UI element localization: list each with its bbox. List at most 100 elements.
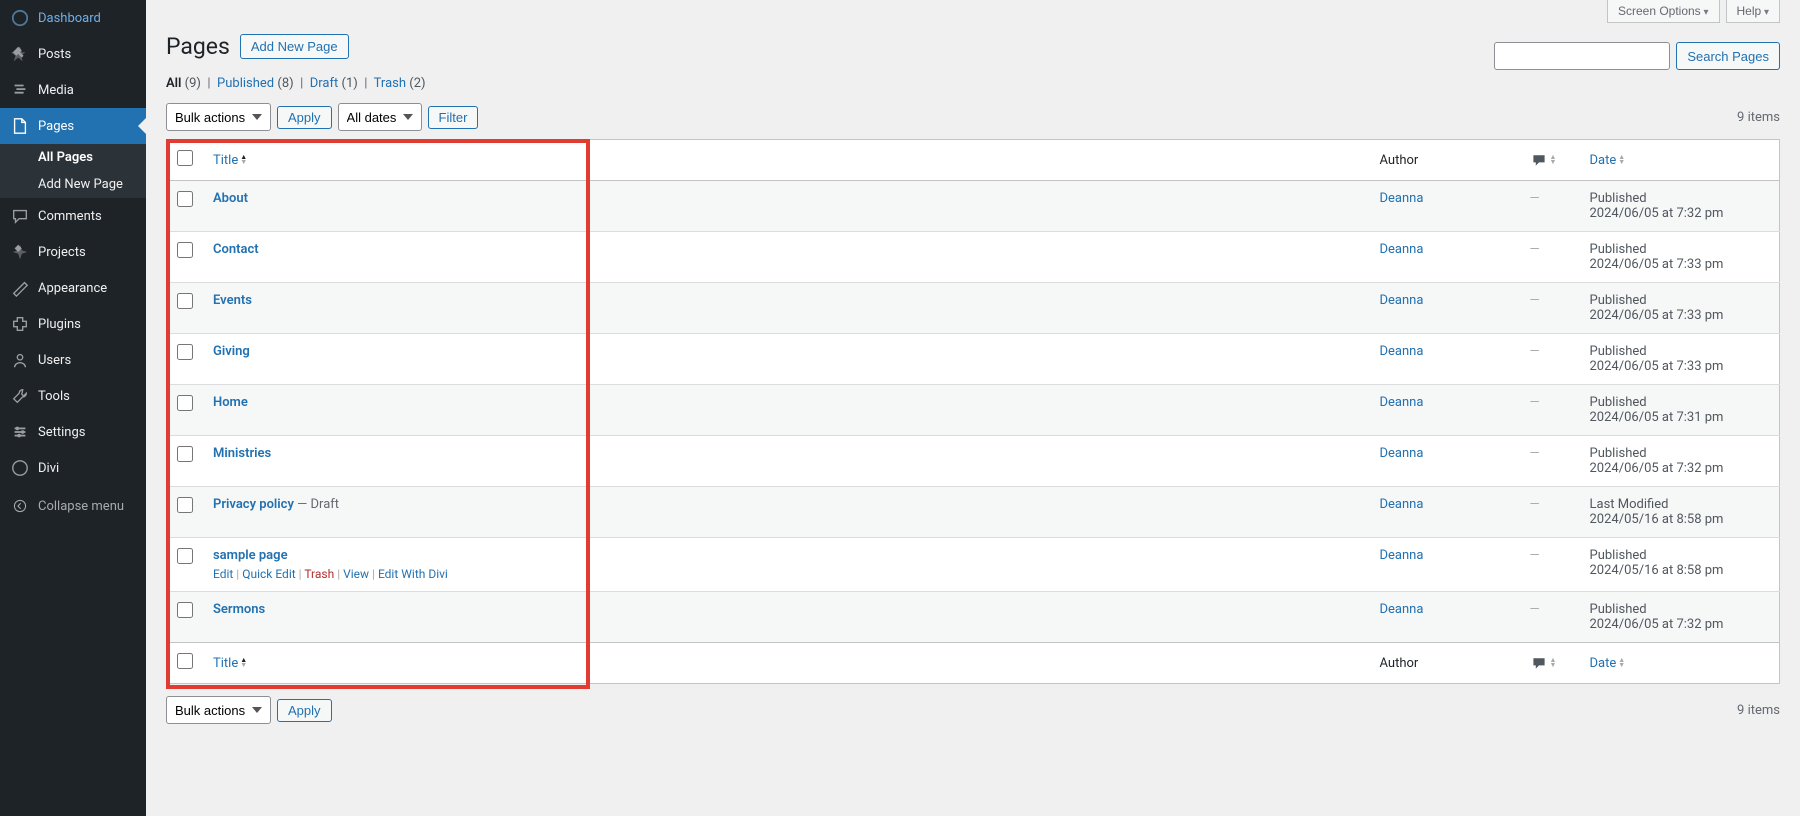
add-new-page-button[interactable]: Add New Page: [240, 34, 349, 59]
author-link[interactable]: Deanna: [1380, 446, 1424, 461]
sidebar-item-posts[interactable]: Posts: [0, 36, 146, 72]
sidebar-label: Appearance: [38, 281, 107, 296]
row-checkbox[interactable]: [177, 602, 193, 618]
sidebar-item-users[interactable]: Users: [0, 342, 146, 378]
date-status: Published: [1590, 602, 1770, 617]
author-link[interactable]: Deanna: [1380, 497, 1424, 512]
date-status: Published: [1590, 446, 1770, 461]
filter-trash[interactable]: Trash: [374, 76, 406, 91]
table-row: SermonsDeanna—Published2024/06/05 at 7:3…: [167, 592, 1780, 643]
apply-button-top[interactable]: Apply: [277, 106, 332, 129]
sidebar-label: Plugins: [38, 317, 81, 332]
sidebar-item-tools[interactable]: Tools: [0, 378, 146, 414]
author-link[interactable]: Deanna: [1380, 548, 1424, 563]
filter-draft[interactable]: Draft: [310, 76, 339, 91]
edit-link[interactable]: Edit: [213, 567, 233, 581]
filter-button[interactable]: Filter: [428, 106, 479, 129]
date-column-header[interactable]: Date▲▼: [1580, 140, 1780, 181]
author-link[interactable]: Deanna: [1380, 602, 1424, 617]
collapse-menu[interactable]: Collapse menu: [0, 486, 146, 526]
row-checkbox[interactable]: [177, 446, 193, 462]
edit-divi-link[interactable]: Edit With Divi: [378, 567, 448, 581]
row-checkbox[interactable]: [177, 548, 193, 564]
search-box: Search Pages: [166, 42, 1780, 70]
sidebar-label: Settings: [38, 425, 85, 440]
page-title-link[interactable]: Ministries: [213, 446, 271, 461]
author-link[interactable]: Deanna: [1380, 344, 1424, 359]
trash-link[interactable]: Trash: [304, 567, 334, 581]
select-all-header: [167, 140, 204, 181]
row-checkbox[interactable]: [177, 191, 193, 207]
submenu-add-new[interactable]: Add New Page: [0, 171, 146, 198]
comments-column-header[interactable]: ▲▼: [1520, 140, 1580, 181]
page-title-link[interactable]: Privacy policy: [213, 497, 294, 512]
sidebar-item-settings[interactable]: Settings: [0, 414, 146, 450]
author-link[interactable]: Deanna: [1380, 191, 1424, 206]
row-checkbox[interactable]: [177, 242, 193, 258]
sidebar-item-dashboard[interactable]: Dashboard: [0, 0, 146, 36]
sidebar-item-media[interactable]: Media: [0, 72, 146, 108]
bulk-actions-select-bottom[interactable]: Bulk actions: [166, 696, 271, 724]
sidebar-item-plugins[interactable]: Plugins: [0, 306, 146, 342]
author-link[interactable]: Deanna: [1380, 293, 1424, 308]
author-column-footer[interactable]: Author: [1370, 643, 1520, 684]
title-column-header[interactable]: Title▲▼: [203, 140, 1370, 181]
dates-select[interactable]: All dates: [338, 103, 422, 131]
date-value: 2024/06/05 at 7:31 pm: [1590, 410, 1724, 425]
row-checkbox[interactable]: [177, 497, 193, 513]
select-all-checkbox[interactable]: [177, 150, 193, 166]
sidebar-item-comments[interactable]: Comments: [0, 198, 146, 234]
sidebar-label: Projects: [38, 245, 86, 260]
comments-column-footer[interactable]: ▲▼: [1520, 643, 1580, 684]
tablenav-bottom: Bulk actions Apply 9 items: [166, 694, 1780, 726]
row-checkbox[interactable]: [177, 344, 193, 360]
search-input[interactable]: [1494, 42, 1670, 70]
bulk-actions-bottom: Bulk actions Apply: [166, 696, 332, 724]
filter-all-count: (9): [185, 76, 201, 91]
help-button[interactable]: Help: [1726, 0, 1781, 23]
date-column-footer[interactable]: Date▲▼: [1580, 643, 1780, 684]
table-row: Privacy policy — DraftDeanna—Last Modifi…: [167, 487, 1780, 538]
comments-icon: [10, 206, 30, 226]
author-column-header[interactable]: Author: [1370, 140, 1520, 181]
screen-options-button[interactable]: Screen Options: [1607, 0, 1720, 23]
row-checkbox[interactable]: [177, 395, 193, 411]
page-title-link[interactable]: Giving: [213, 344, 250, 359]
row-checkbox[interactable]: [177, 293, 193, 309]
quick-edit-link[interactable]: Quick Edit: [242, 567, 295, 581]
pages-table: Title▲▼ Author ▲▼ Date▲▼ About Deanna — Pub…: [166, 139, 1780, 684]
apply-button-bottom[interactable]: Apply: [277, 699, 332, 722]
search-pages-button[interactable]: Search Pages: [1676, 42, 1780, 70]
date-status: Last Modified: [1590, 497, 1770, 512]
sidebar-label: Comments: [38, 209, 102, 224]
comments-dash: —: [1530, 242, 1540, 257]
date-value: 2024/06/05 at 7:33 pm: [1590, 257, 1724, 272]
page-title-link[interactable]: Contact: [213, 242, 259, 257]
submenu-all-pages[interactable]: All Pages: [0, 144, 146, 171]
page-title-link[interactable]: Home: [213, 395, 248, 410]
comments-dash: —: [1530, 293, 1540, 308]
table-row: MinistriesDeanna—Published2024/06/05 at …: [167, 436, 1780, 487]
date-status: Published: [1590, 548, 1770, 563]
users-icon: [10, 350, 30, 370]
sidebar-item-pages[interactable]: Pages: [0, 108, 146, 144]
page-title-link[interactable]: Sermons: [213, 602, 265, 617]
page-title-link[interactable]: sample page: [213, 548, 288, 563]
author-link[interactable]: Deanna: [1380, 395, 1424, 410]
comments-dash: —: [1530, 548, 1540, 563]
sidebar-label: Tools: [38, 389, 70, 404]
page-title-link[interactable]: About: [213, 191, 248, 206]
bulk-actions-select[interactable]: Bulk actions: [166, 103, 271, 131]
comment-icon: [1530, 655, 1548, 671]
sidebar-item-projects[interactable]: Projects: [0, 234, 146, 270]
filter-all[interactable]: All: [166, 76, 181, 91]
filter-published[interactable]: Published: [217, 76, 274, 91]
title-column-footer[interactable]: Title▲▼: [203, 643, 1370, 684]
author-link[interactable]: Deanna: [1380, 242, 1424, 257]
sidebar-item-appearance[interactable]: Appearance: [0, 270, 146, 306]
view-link[interactable]: View: [343, 567, 369, 581]
page-title: Pages: [166, 33, 230, 60]
sidebar-item-divi[interactable]: Divi: [0, 450, 146, 486]
select-all-checkbox-footer[interactable]: [177, 653, 193, 669]
page-title-link[interactable]: Events: [213, 293, 252, 308]
